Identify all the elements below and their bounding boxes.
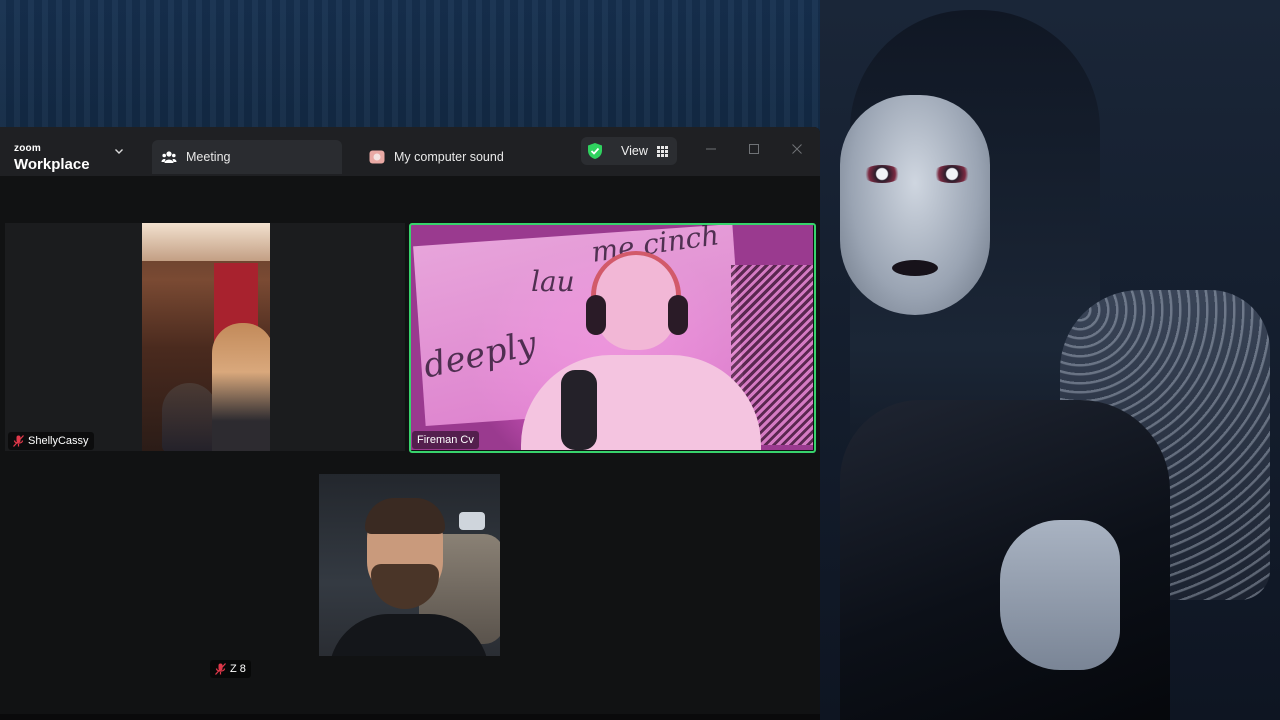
video-feed-fireman-cv[interactable]: me cinch lau deeply Fireman Cv bbox=[411, 225, 813, 450]
headphone-left bbox=[586, 295, 606, 335]
chevron-down-icon[interactable] bbox=[112, 145, 126, 159]
muted-mic-icon bbox=[13, 435, 24, 447]
wallpaper-gothic-figure bbox=[820, 0, 1280, 720]
video-person-child bbox=[162, 383, 217, 451]
video-background-lamp bbox=[459, 512, 485, 530]
video-person-woman bbox=[212, 323, 270, 451]
wallpaper-face bbox=[840, 95, 990, 315]
video-feed-shellycassy bbox=[142, 223, 270, 451]
brand-workplace-text: Workplace bbox=[14, 156, 90, 173]
view-button[interactable]: View bbox=[581, 137, 677, 165]
muted-mic-icon bbox=[215, 663, 226, 675]
participant-name-tag-shellycassy: ShellyCassy bbox=[8, 432, 94, 450]
view-button-label: View bbox=[621, 144, 648, 158]
participant-name: Z 8 bbox=[230, 663, 246, 675]
video-person-hair bbox=[365, 498, 445, 534]
tab-meeting-label: Meeting bbox=[186, 150, 231, 164]
wallpaper-lips bbox=[892, 260, 938, 276]
close-icon[interactable] bbox=[789, 143, 805, 159]
zoom-workplace-logo[interactable]: zoom Workplace bbox=[14, 139, 90, 173]
window-bottom-edge bbox=[0, 714, 820, 720]
wallpaper-hand bbox=[1000, 520, 1120, 670]
grid-view-icon bbox=[656, 145, 668, 157]
video-microphone bbox=[561, 370, 597, 450]
participant-name: Fireman Cv bbox=[417, 434, 474, 446]
brand-zoom-text: zoom bbox=[14, 143, 41, 154]
security-shield-icon bbox=[588, 143, 602, 159]
video-background-window bbox=[142, 223, 270, 261]
wallpaper-eye-right bbox=[932, 165, 972, 183]
headphone-right bbox=[668, 295, 688, 335]
participant-name-tag-fireman-cv: Fireman Cv bbox=[412, 431, 479, 449]
wallpaper-eye-left bbox=[862, 165, 902, 183]
banner-text-line2: lau bbox=[531, 265, 575, 298]
people-icon bbox=[160, 148, 178, 166]
video-person-face bbox=[596, 255, 676, 350]
video-feed-z8[interactable] bbox=[319, 474, 500, 656]
minimize-icon[interactable] bbox=[703, 143, 719, 159]
screen-share-icon bbox=[368, 148, 386, 166]
tab-computer-sound[interactable]: My computer sound bbox=[360, 140, 504, 174]
participant-name: ShellyCassy bbox=[28, 435, 89, 447]
tab-computer-sound-label: My computer sound bbox=[394, 150, 504, 164]
titlebar: zoom Workplace Meeting My computer sound… bbox=[0, 127, 820, 176]
maximize-icon[interactable] bbox=[746, 143, 762, 159]
participant-name-tag-z8: Z 8 bbox=[210, 660, 251, 678]
tab-meeting[interactable]: Meeting bbox=[152, 140, 342, 174]
